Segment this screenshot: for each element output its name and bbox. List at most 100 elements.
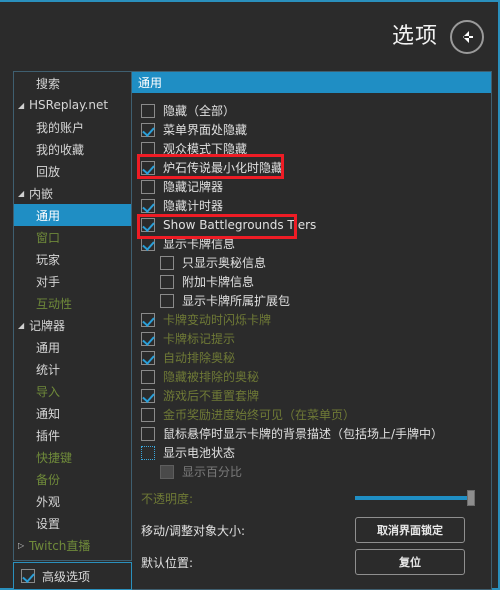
option-row-1[interactable]: 菜单界面处隐藏: [141, 120, 483, 139]
sidebar-item-15[interactable]: 通知: [14, 402, 131, 424]
option-checkbox-11[interactable]: [141, 312, 155, 327]
option-label-18: 显示电池状态: [163, 445, 236, 460]
option-checkbox-3[interactable]: [141, 160, 155, 175]
header-title-row: 选项: [392, 20, 484, 54]
sidebar-item-11[interactable]: ◢ 记牌器: [14, 314, 131, 336]
option-checkbox-1[interactable]: [141, 122, 155, 137]
option-checkbox-5[interactable]: [141, 198, 155, 213]
reset-position-button[interactable]: 复位: [355, 549, 465, 575]
option-checkbox-14[interactable]: [141, 369, 155, 384]
sidebar-item-label: 插件: [36, 428, 61, 443]
option-checkbox-13[interactable]: [141, 350, 155, 365]
option-row-0[interactable]: 隐藏（全部）: [141, 101, 483, 120]
option-row-17[interactable]: 鼠标悬停时显示卡牌的背景描述（包括场上/手牌中）: [141, 424, 483, 443]
sidebar-item-4[interactable]: 回放: [14, 160, 131, 182]
sidebar-item-13[interactable]: 统计: [14, 358, 131, 380]
opacity-slider[interactable]: [355, 490, 475, 506]
sidebar-item-12[interactable]: 通用: [14, 336, 131, 358]
sidebar-item-20[interactable]: 设置: [14, 512, 131, 534]
option-row-15[interactable]: 游戏后不重置套牌: [141, 386, 483, 405]
sidebar-item-14[interactable]: 导入: [14, 380, 131, 402]
option-row-14[interactable]: 隐藏被排除的奥秘: [141, 367, 483, 386]
sidebar-item-label: 我的账户: [36, 120, 85, 135]
sidebar-item-21[interactable]: ▷ Twitch直播: [14, 534, 131, 556]
option-checkbox-4[interactable]: [141, 179, 155, 194]
sidebar-item-2[interactable]: 我的账户: [14, 116, 131, 138]
opacity-label: 不透明度:: [141, 491, 194, 506]
option-checkbox-10[interactable]: [160, 293, 174, 308]
option-row-19[interactable]: 显示百分比: [141, 462, 483, 481]
tab-header-general[interactable]: 通用: [132, 72, 491, 93]
sidebar-item-label: 互动性: [36, 296, 73, 311]
option-label-19: 显示百分比: [182, 464, 243, 479]
option-label-1: 菜单界面处隐藏: [163, 122, 248, 137]
option-checkbox-6[interactable]: [141, 217, 155, 232]
sidebar-item-label: 玩家: [36, 252, 61, 267]
opacity-row: 不透明度:: [141, 483, 483, 513]
sidebar-item-label: HSReplay.net: [29, 98, 109, 112]
option-label-0: 隐藏（全部）: [163, 103, 236, 118]
back-button[interactable]: [450, 20, 484, 54]
collapsed-arrow-icon: ▷: [18, 540, 25, 550]
option-checkbox-2[interactable]: [141, 141, 155, 156]
advanced-options-row[interactable]: 高级选项: [13, 562, 132, 590]
option-checkbox-15[interactable]: [141, 388, 155, 403]
option-row-18[interactable]: 显示电池状态: [141, 443, 483, 462]
sidebar-item-label: 我的收藏: [36, 142, 85, 157]
option-label-16: 金币奖励进度始终可见（在菜单页）: [163, 407, 356, 422]
option-checkbox-7[interactable]: [141, 236, 155, 251]
sidebar-item-0[interactable]: 搜索: [14, 72, 131, 94]
arrow-left-icon: [463, 31, 473, 43]
option-checkbox-16[interactable]: [141, 407, 155, 422]
option-row-3[interactable]: 炉石传说最小化时隐藏: [141, 158, 483, 177]
move-resize-row: 移动/调整对象大小: 取消界面锁定: [141, 515, 483, 545]
option-row-4[interactable]: 隐藏记牌器: [141, 177, 483, 196]
sidebar-item-label: 导入: [36, 384, 61, 399]
sidebar-item-9[interactable]: 对手: [14, 270, 131, 292]
option-checkbox-9[interactable]: [160, 274, 174, 289]
option-label-8: 只显示奥秘信息: [182, 255, 267, 270]
opacity-slider-track: [355, 496, 475, 500]
option-row-13[interactable]: 自动排除奥秘: [141, 348, 483, 367]
sidebar-item-label: 内嵌: [29, 186, 54, 201]
unlock-overlay-button[interactable]: 取消界面锁定: [355, 517, 465, 543]
sidebar-item-18[interactable]: 备份: [14, 468, 131, 490]
option-row-7[interactable]: 显示卡牌信息: [141, 234, 483, 253]
option-row-6[interactable]: Show Battlegrounds Tiers: [141, 215, 483, 234]
sidebar-item-1[interactable]: ◢ HSReplay.net: [14, 94, 131, 116]
sidebar-item-label: 通知: [36, 406, 61, 421]
sidebar-item-10[interactable]: 互动性: [14, 292, 131, 314]
sidebar-item-6[interactable]: 通用: [14, 204, 131, 226]
sidebar-item-7[interactable]: 窗口: [14, 226, 131, 248]
option-checkbox-17[interactable]: [141, 426, 155, 441]
option-row-8[interactable]: 只显示奥秘信息: [141, 253, 483, 272]
option-row-10[interactable]: 显示卡牌所属扩展包: [141, 291, 483, 310]
option-row-11[interactable]: 卡牌变动时闪烁卡牌: [141, 310, 483, 329]
option-row-9[interactable]: 附加卡牌信息: [141, 272, 483, 291]
option-row-2[interactable]: 观众模式下隐藏: [141, 139, 483, 158]
sidebar-item-5[interactable]: ◢ 内嵌: [14, 182, 131, 204]
advanced-options-checkbox[interactable]: [21, 569, 35, 583]
sidebar-item-3[interactable]: 我的收藏: [14, 138, 131, 160]
option-checkbox-8[interactable]: [160, 255, 174, 270]
sidebar-item-17[interactable]: 快捷键: [14, 446, 131, 468]
sidebar-nav[interactable]: 搜索 ◢ HSReplay.net 我的账户 我的收藏 回放 ◢ 内嵌 通用 窗口 玩家 对手 互动性 ◢…: [13, 71, 132, 561]
option-label-17: 鼠标悬停时显示卡牌的背景描述（包括场上/手牌中）: [163, 426, 444, 441]
option-label-5: 隐藏计时器: [163, 198, 224, 213]
option-row-16[interactable]: 金币奖励进度始终可见（在菜单页）: [141, 405, 483, 424]
sidebar-item-19[interactable]: 外观: [14, 490, 131, 512]
move-resize-label: 移动/调整对象大小:: [141, 523, 246, 538]
option-checkbox-0[interactable]: [141, 103, 155, 118]
option-label-13: 自动排除奥秘: [163, 350, 236, 365]
option-label-10: 显示卡牌所属扩展包: [182, 293, 291, 308]
sidebar-item-label: 记牌器: [29, 318, 66, 333]
option-checkbox-18[interactable]: [141, 445, 155, 460]
options-window: 选项 搜索 ◢ HSReplay.net 我的账户 我的收藏 回放 ◢ 内嵌 通用 窗口 玩家 对手互…: [0, 0, 500, 590]
option-label-6: Show Battlegrounds Tiers: [163, 217, 317, 232]
option-checkbox-12[interactable]: [141, 331, 155, 346]
sidebar-item-16[interactable]: 插件: [14, 424, 131, 446]
option-row-5[interactable]: 隐藏计时器: [141, 196, 483, 215]
option-row-12[interactable]: 卡牌标记提示: [141, 329, 483, 348]
sidebar-item-8[interactable]: 玩家: [14, 248, 131, 270]
opacity-slider-thumb[interactable]: [467, 490, 475, 506]
